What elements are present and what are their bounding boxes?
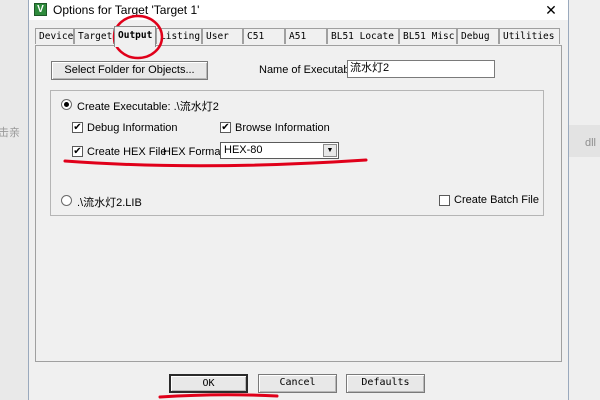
background-left-text: 击亲 [0, 127, 20, 139]
browse-information-label: Browse Information [235, 122, 330, 134]
hex-format-value: HEX-80 [224, 144, 263, 156]
background-right-text: dll [584, 137, 596, 149]
ok-button[interactable]: OK [169, 374, 248, 393]
create-library-label: .\流水灯2.LIB [77, 197, 142, 209]
cancel-button[interactable]: Cancel [258, 374, 337, 393]
name-of-executable-input[interactable]: 流水灯2 [347, 60, 495, 78]
browse-information-checkbox[interactable]: ✔ [220, 122, 231, 133]
name-of-executable-label: Name of Executable: [259, 64, 362, 76]
select-folder-button[interactable]: Select Folder for Objects... [51, 61, 208, 80]
tab-utilities[interactable]: Utilities [499, 28, 560, 44]
create-library-radio[interactable] [61, 195, 72, 206]
hex-format-select[interactable]: HEX-80 ▼ [220, 142, 339, 159]
tab-target[interactable]: Target [74, 28, 114, 44]
title-bar[interactable]: V Options for Target 'Target 1' ✕ [29, 0, 568, 20]
create-batch-file-label: Create Batch File [454, 194, 539, 206]
options-dialog: V Options for Target 'Target 1' ✕ Device… [28, 0, 569, 400]
create-batch-file-checkbox[interactable] [439, 195, 450, 206]
create-hex-file-label: Create HEX File [87, 146, 167, 158]
defaults-button[interactable]: Defaults [346, 374, 425, 393]
tab-output[interactable]: Output [114, 26, 156, 47]
create-executable-radio[interactable] [61, 99, 72, 110]
hex-format-label: HEX Format: [163, 146, 227, 158]
create-executable-label: Create Executable: .\流水灯2 [77, 101, 219, 113]
tab-a51[interactable]: A51 [285, 28, 327, 44]
background-app-left: 击亲 [0, 0, 30, 400]
tab-user[interactable]: User [202, 28, 243, 44]
tab-bl51-misc[interactable]: BL51 Misc [399, 28, 457, 44]
tab-c51[interactable]: C51 [243, 28, 285, 44]
create-hex-file-checkbox[interactable]: ✔ [72, 146, 83, 157]
debug-information-checkbox[interactable]: ✔ [72, 122, 83, 133]
keil-uvision-icon: V [34, 3, 47, 16]
tab-debug[interactable]: Debug [457, 28, 499, 44]
tab-device[interactable]: Device [35, 28, 74, 44]
tab-bl51-locate[interactable]: BL51 Locate [327, 28, 399, 44]
close-icon[interactable]: ✕ [540, 0, 562, 20]
chevron-down-icon[interactable]: ▼ [323, 144, 337, 157]
tab-listing[interactable]: Listing [156, 28, 202, 44]
dialog-title: Options for Target 'Target 1' [53, 3, 200, 17]
debug-information-label: Debug Information [87, 122, 178, 134]
